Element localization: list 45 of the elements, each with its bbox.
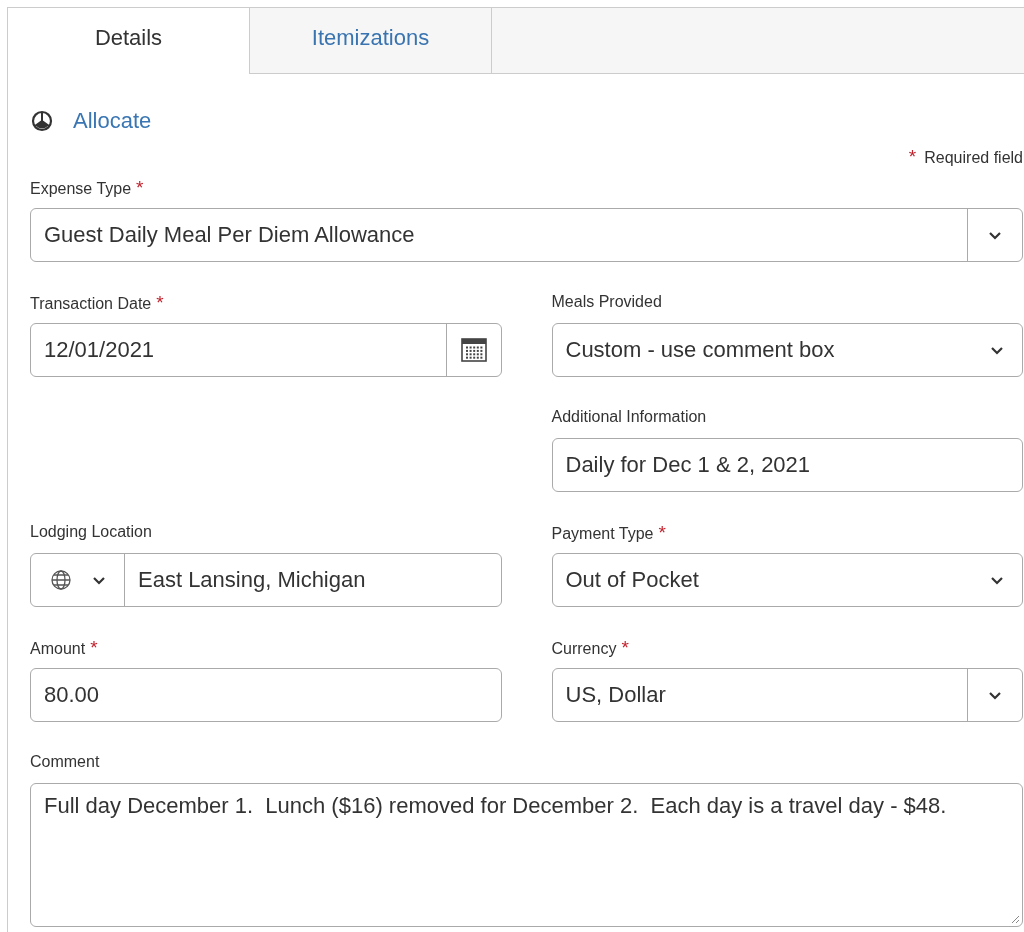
text-field[interactable]: 80.00 xyxy=(30,668,502,722)
field-label: Payment Type xyxy=(551,525,654,543)
dropdown-value: Out of Pocket xyxy=(564,567,700,593)
date-field[interactable]: 12/01/2021 xyxy=(30,323,502,377)
required-asterisk: * xyxy=(156,293,164,312)
field-label: Additional Information xyxy=(551,408,707,426)
dropdown-field[interactable]: Custom - use comment box xyxy=(551,323,1023,377)
field-label: Amount xyxy=(30,640,86,658)
required-asterisk: * xyxy=(136,178,144,197)
field-label: Comment xyxy=(30,753,100,771)
dropdown-value: US, Dollar xyxy=(564,682,667,708)
dropdown-value: Custom - use comment box xyxy=(564,337,836,363)
field-label: Currency xyxy=(551,640,617,658)
tab[interactable]: Details xyxy=(8,8,250,74)
location-value: East Lansing, Michigan xyxy=(137,567,367,593)
date-value: 12/01/2021 xyxy=(43,337,156,363)
allocate-link[interactable]: Allocate xyxy=(73,108,152,134)
chevron-down-icon xyxy=(988,690,1002,700)
field-label: Lodging Location xyxy=(30,523,152,541)
dropdown-value: Guest Daily Meal Per Diem Allowance xyxy=(43,222,416,248)
chevron-down-icon xyxy=(91,575,106,585)
text-field[interactable]: Daily for Dec 1 & 2, 2021 xyxy=(551,438,1023,492)
comment-field[interactable]: Full day December 1. Lunch ($16) removed for December 2. Each day is a travel day - $48. xyxy=(30,783,1023,927)
globe-icon xyxy=(49,569,72,591)
field-label: Expense Type xyxy=(30,180,132,198)
dropdown-field[interactable]: Out of Pocket xyxy=(551,553,1023,607)
resize-handle-icon[interactable] xyxy=(1010,914,1020,924)
field-label: Transaction Date xyxy=(30,295,152,313)
required-asterisk: * xyxy=(908,147,917,166)
field-value: 80.00 xyxy=(43,682,101,708)
field-label: Meals Provided xyxy=(551,293,662,311)
dropdown-field[interactable]: Guest Daily Meal Per Diem Allowance xyxy=(30,208,1023,262)
pie-chart-icon xyxy=(31,110,53,132)
location-field[interactable]: East Lansing, Michigan xyxy=(30,553,502,607)
required-field-note: Required field xyxy=(924,149,1023,167)
required-asterisk: * xyxy=(658,523,666,542)
chevron-down-icon xyxy=(988,230,1002,240)
chevron-down-icon xyxy=(990,575,1004,585)
dropdown-field[interactable]: US, Dollar xyxy=(551,668,1023,722)
required-asterisk: * xyxy=(90,638,98,657)
comment-text: Full day December 1. Lunch ($16) removed for December 2. Each day is a travel day - $48. xyxy=(43,792,948,820)
required-asterisk: * xyxy=(621,638,629,657)
chevron-down-icon xyxy=(990,345,1004,355)
calendar-icon xyxy=(460,338,487,362)
field-value: Daily for Dec 1 & 2, 2021 xyxy=(564,452,812,478)
